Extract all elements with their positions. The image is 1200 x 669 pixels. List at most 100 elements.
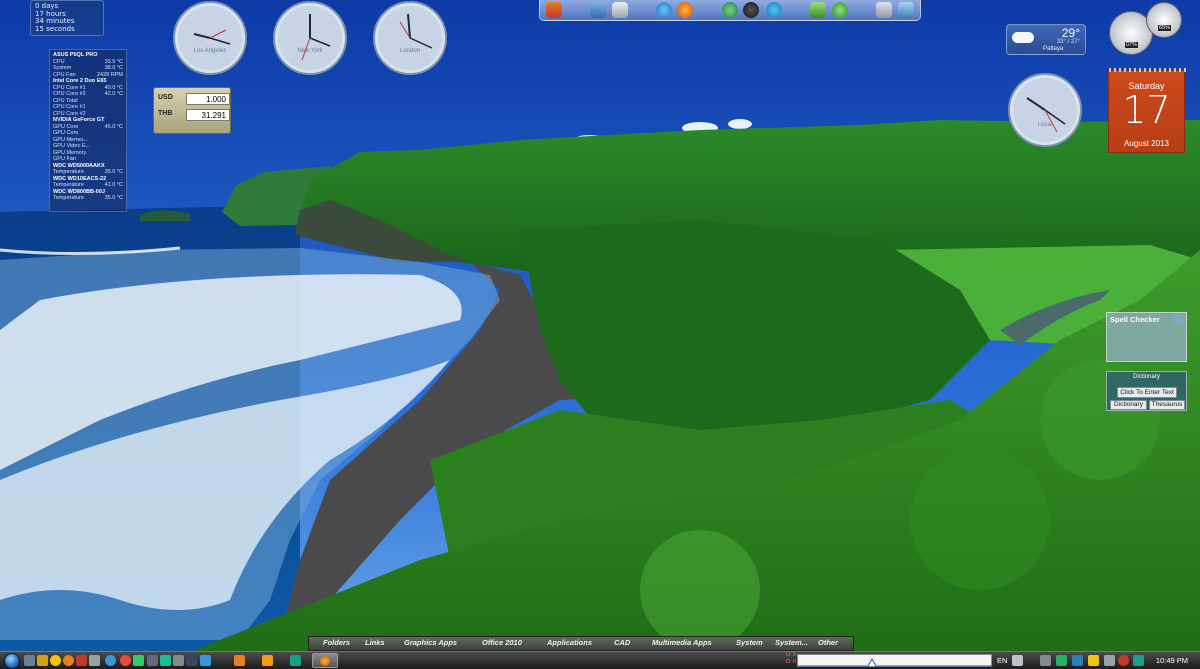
sysmon-label: System xyxy=(53,65,72,71)
antivirus-icon[interactable] xyxy=(1118,655,1129,666)
launchbar-applications[interactable]: Applications xyxy=(547,638,592,647)
launchbar-multimedia-apps[interactable]: Multimedia Apps xyxy=(652,638,712,647)
tray-icon[interactable] xyxy=(1072,655,1083,666)
dictionary-gadget: Dictionary Click To Enter Text Dictionar… xyxy=(1106,371,1187,411)
keyboard-icon[interactable] xyxy=(1012,655,1023,666)
sysmon-label: WDC WD800BB-00J xyxy=(53,188,105,195)
media-icon[interactable] xyxy=(120,655,131,666)
control-panel-icon[interactable] xyxy=(898,2,914,18)
network-graph xyxy=(798,657,993,667)
sysmon-label: CPU Core #1 xyxy=(53,104,86,110)
net-download-label: D: 0 xyxy=(786,659,797,665)
sysmon-label: Intel Core 2 Duo E65 xyxy=(53,78,107,84)
net-upload-label: U: 0 xyxy=(786,652,797,658)
folder-icon[interactable] xyxy=(37,655,48,666)
cpu-meter-value: 07% xyxy=(1125,42,1139,48)
teamviewer-icon[interactable] xyxy=(743,2,759,18)
network-icon[interactable] xyxy=(612,2,628,18)
windows-explorer-icon[interactable] xyxy=(546,2,562,18)
currency-to-code[interactable]: THB xyxy=(158,110,172,117)
download-manager-icon[interactable] xyxy=(810,2,826,18)
weather-gadget[interactable]: 29° 33° / 27° Pattaya xyxy=(1006,24,1086,55)
clock-local[interactable]: Local xyxy=(1007,72,1083,148)
computer-icon[interactable] xyxy=(590,2,606,18)
show-desktop-icon[interactable] xyxy=(24,655,35,666)
tray-icon[interactable] xyxy=(1088,655,1099,666)
launchbar-folders[interactable]: Folders xyxy=(323,638,350,647)
launchbar-graphics-apps[interactable]: Graphics Apps xyxy=(404,638,457,647)
launchbar-cad[interactable]: CAD xyxy=(614,638,630,647)
network-meter xyxy=(797,654,993,667)
launchbar-links[interactable]: Links xyxy=(365,638,385,647)
currency-from-code[interactable]: USD xyxy=(158,94,173,101)
currency-to-row: THB 31.291 xyxy=(158,109,230,122)
launchbar-other[interactable]: Other xyxy=(818,638,838,647)
notepad-icon[interactable] xyxy=(89,655,100,666)
app-icon[interactable] xyxy=(76,655,87,666)
clock-los-angeles[interactable]: Los Angeles xyxy=(172,0,248,76)
top-dock xyxy=(539,0,921,21)
skype-icon[interactable] xyxy=(766,2,782,18)
network-icon[interactable] xyxy=(200,655,211,666)
paint-icon[interactable] xyxy=(262,655,273,666)
sysmon-label: GPU Core xyxy=(53,123,79,130)
currency-converter-gadget: USD 1.000 THB 31.291 xyxy=(153,87,231,134)
start-button[interactable] xyxy=(4,653,20,669)
thesaurus-button[interactable]: Thesaurus xyxy=(1149,400,1185,410)
sysmon-value: 35.0 °C xyxy=(104,195,123,201)
dictionary-text-input[interactable]: Click To Enter Text xyxy=(1117,387,1177,398)
calendar-gadget[interactable]: Saturday 17 August 2013 xyxy=(1108,68,1186,153)
settings-icon[interactable] xyxy=(186,655,197,666)
tool-icon[interactable] xyxy=(133,655,144,666)
launch-bar: Folders Links Graphics Apps Office 2010 … xyxy=(308,636,854,651)
utorrent-icon[interactable] xyxy=(832,2,848,18)
firefox-icon[interactable] xyxy=(63,655,74,666)
weather-city: Pattaya xyxy=(1043,46,1064,52)
calendar-month-year: August 2013 xyxy=(1124,139,1169,148)
launchbar-system[interactable]: System xyxy=(736,638,763,647)
spell-checker-gadget[interactable]: Spell Checker xyxy=(1106,312,1187,362)
terminal-icon[interactable] xyxy=(160,655,171,666)
dictionary-title: Dictionary xyxy=(1133,374,1160,380)
uptime-gadget: 0 days 17 hours 34 minutes 15 seconds xyxy=(30,0,104,36)
volume-icon[interactable] xyxy=(1104,655,1115,666)
sysmon-label: GPU Memory xyxy=(53,149,87,156)
window-icon[interactable] xyxy=(147,655,158,666)
sync-icon[interactable] xyxy=(722,2,738,18)
smiley-icon[interactable] xyxy=(50,655,61,666)
system-monitor-gadget: ASUS P5QL PRO CPU 33.5 °C System 38.0 °C CPU … xyxy=(49,49,127,212)
sysmon-row: Temperature 35.0 °C xyxy=(53,195,123,202)
taskbar-clock[interactable]: 10:49 PM xyxy=(1156,656,1188,665)
tray-icon[interactable] xyxy=(1056,655,1067,666)
calculator-icon[interactable] xyxy=(173,655,184,666)
ram-meter[interactable]: 65% xyxy=(1146,2,1182,38)
messenger-icon[interactable] xyxy=(105,655,116,666)
sysmon-label: GPU Memor... xyxy=(53,136,88,143)
calendar-day: 17 xyxy=(1122,88,1171,132)
launchbar-system-more[interactable]: System... xyxy=(775,638,808,647)
sysmon-label: CPU Fan xyxy=(53,71,76,78)
clock-city-label: Local xyxy=(1038,122,1052,128)
currency-from-input[interactable]: 1.000 xyxy=(186,93,230,105)
recycle-bin-icon[interactable] xyxy=(876,2,892,18)
signal-icon[interactable] xyxy=(1133,655,1144,666)
media-player-icon[interactable] xyxy=(234,655,245,666)
firefox-icon[interactable] xyxy=(677,2,693,18)
internet-explorer-icon[interactable] xyxy=(656,2,672,18)
clock-new-york[interactable]: New York xyxy=(272,0,348,76)
dictionary-button[interactable]: Dictionary xyxy=(1110,400,1147,410)
sysmon-label: ASUS P5QL PRO xyxy=(53,52,98,58)
explorer-icon[interactable] xyxy=(290,655,301,666)
tray-icon[interactable] xyxy=(1040,655,1051,666)
uptime-seconds: 15 seconds xyxy=(35,24,75,33)
launchbar-office-2010[interactable]: Office 2010 xyxy=(482,638,522,647)
clock-london[interactable]: London xyxy=(372,0,448,76)
sysmon-label: CPU Total xyxy=(53,97,78,104)
weather-range: 33° / 27° xyxy=(1056,39,1080,45)
sysmon-label: Temperature xyxy=(53,169,84,175)
taskbar-firefox-window[interactable] xyxy=(312,653,338,668)
sysmon-label: GPU Core xyxy=(53,130,79,136)
sysmon-label: GPU Fan xyxy=(53,156,76,162)
spell-checker-icon xyxy=(1173,315,1182,324)
language-indicator[interactable]: EN xyxy=(997,656,1007,665)
